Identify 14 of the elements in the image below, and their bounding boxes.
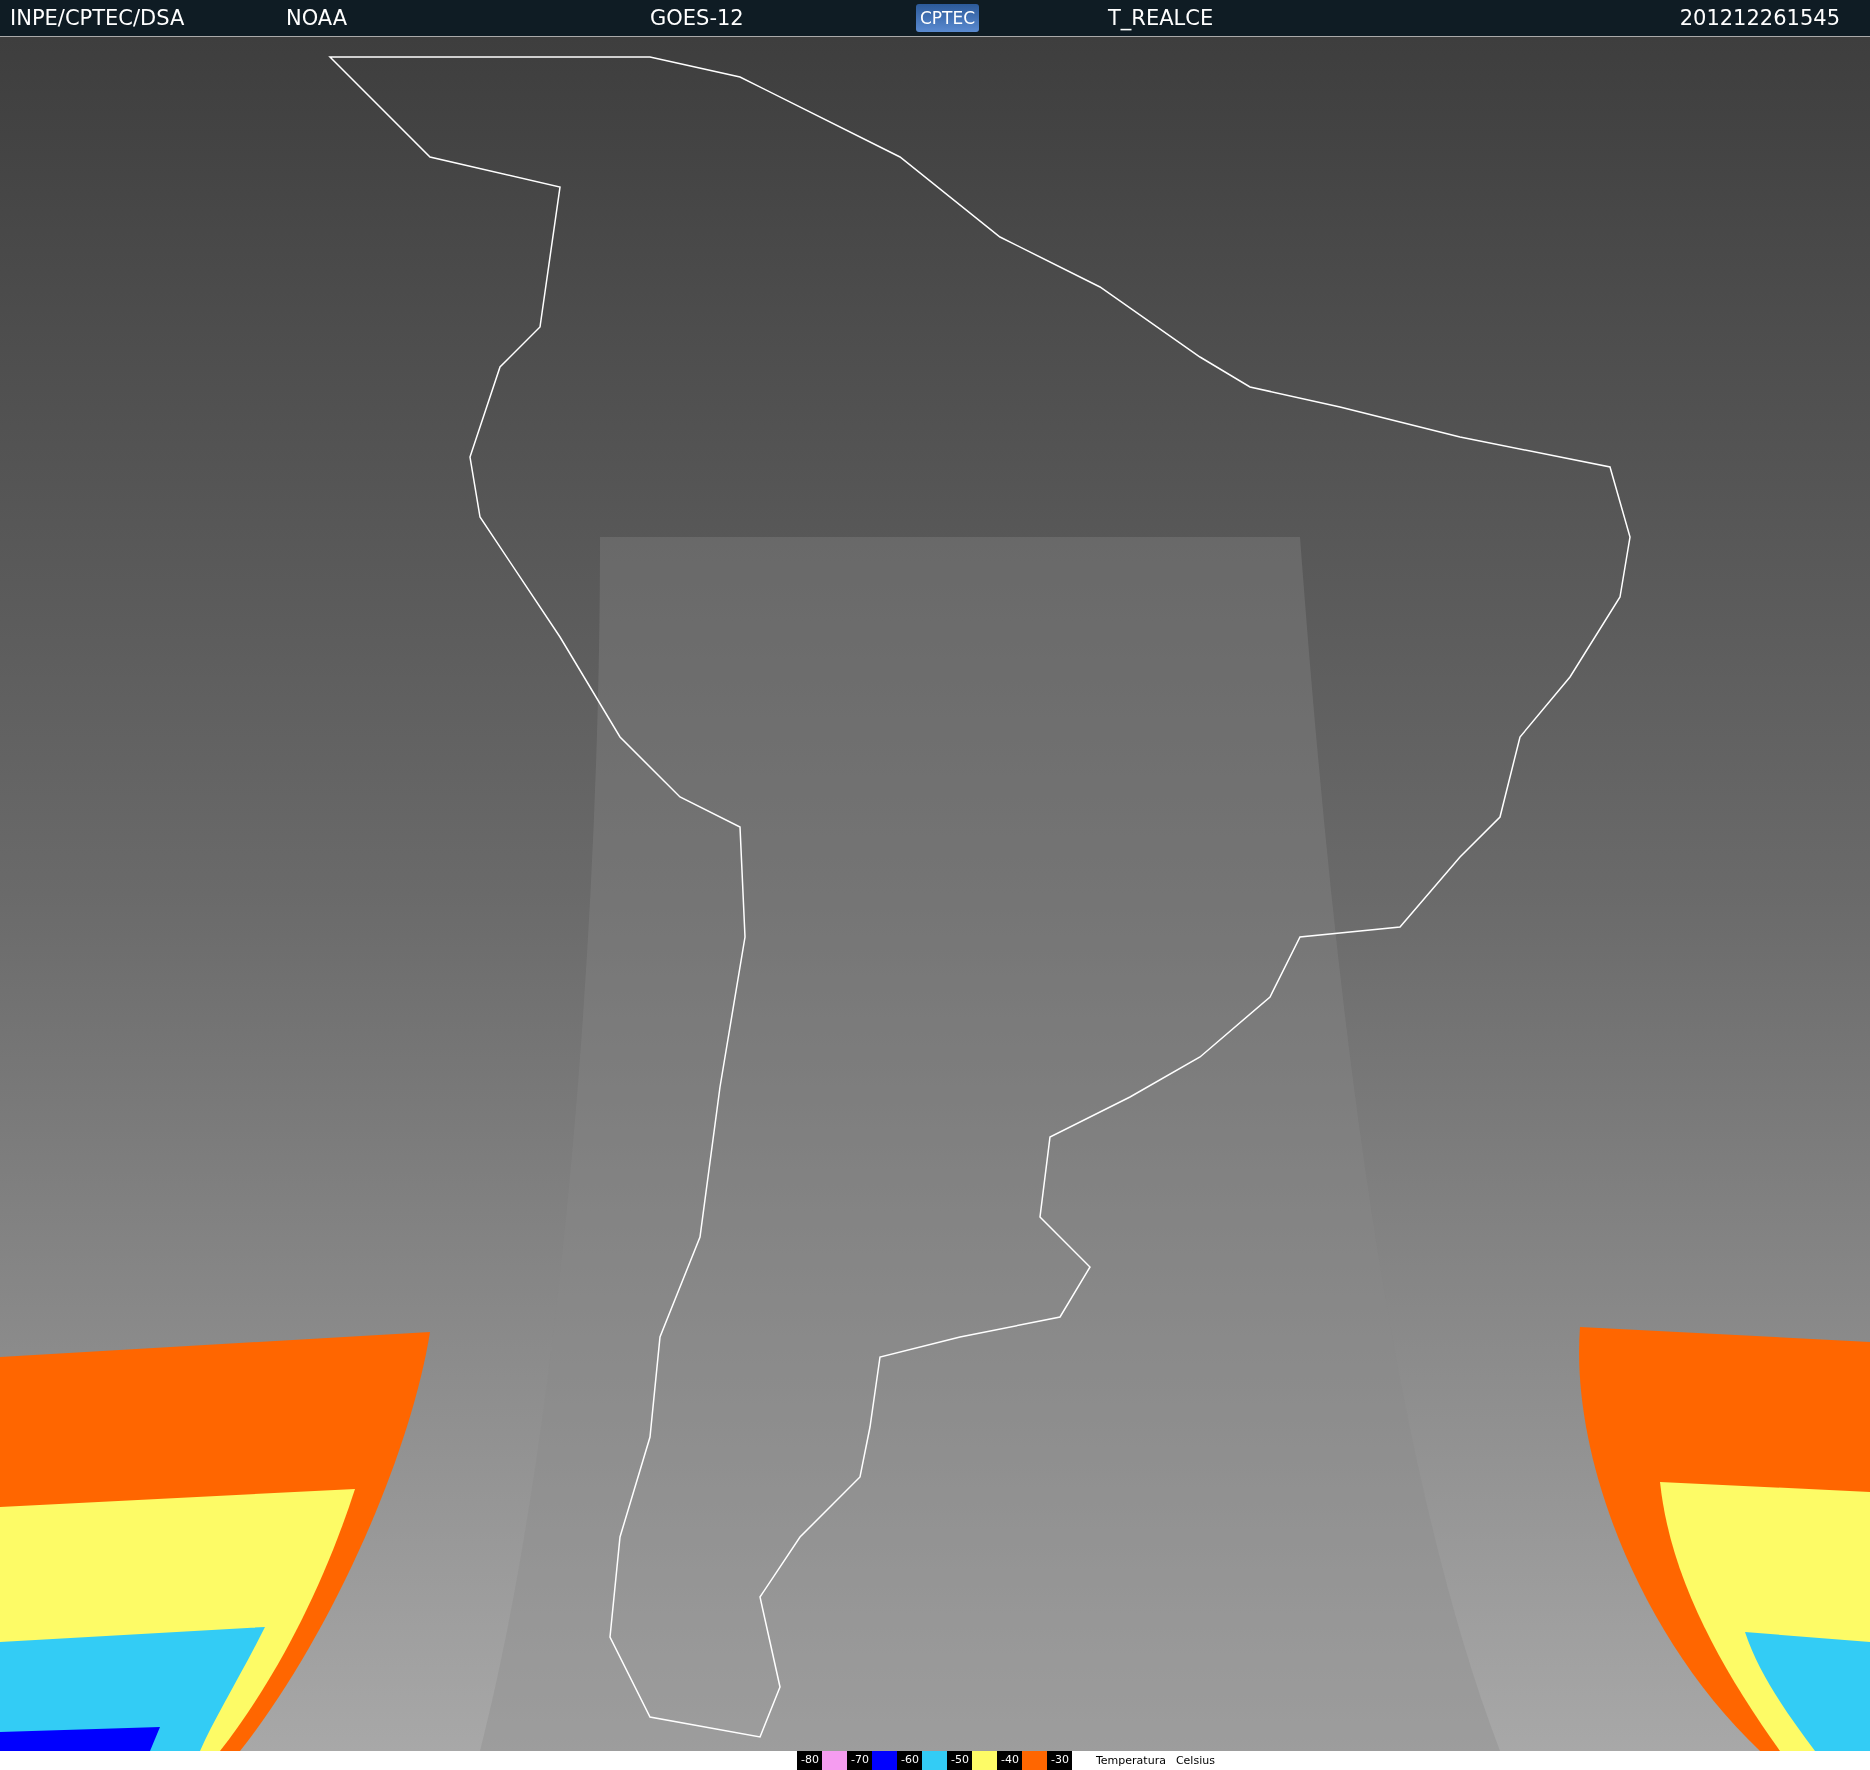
legend-value: -50 [947,1751,972,1770]
legend-value: -80 [797,1751,822,1770]
legend-caption: Temperatura [1095,1753,1166,1769]
product-label: T_REALCE [1108,6,1215,30]
legend-value: -70 [847,1751,872,1770]
source-label: INPE/CPTEC/DSA [10,6,186,30]
legend-caption: Celsius [1174,1753,1215,1769]
logo: CPTEC [916,4,980,32]
timestamp-label: 201212261545 [1679,6,1840,30]
satellite-label: GOES-12 [650,6,745,30]
legend-value: -40 [997,1751,1022,1770]
legend-value: -30 [1047,1751,1072,1770]
legend-value: -60 [897,1751,922,1770]
agency-label: NOAA [286,6,349,30]
